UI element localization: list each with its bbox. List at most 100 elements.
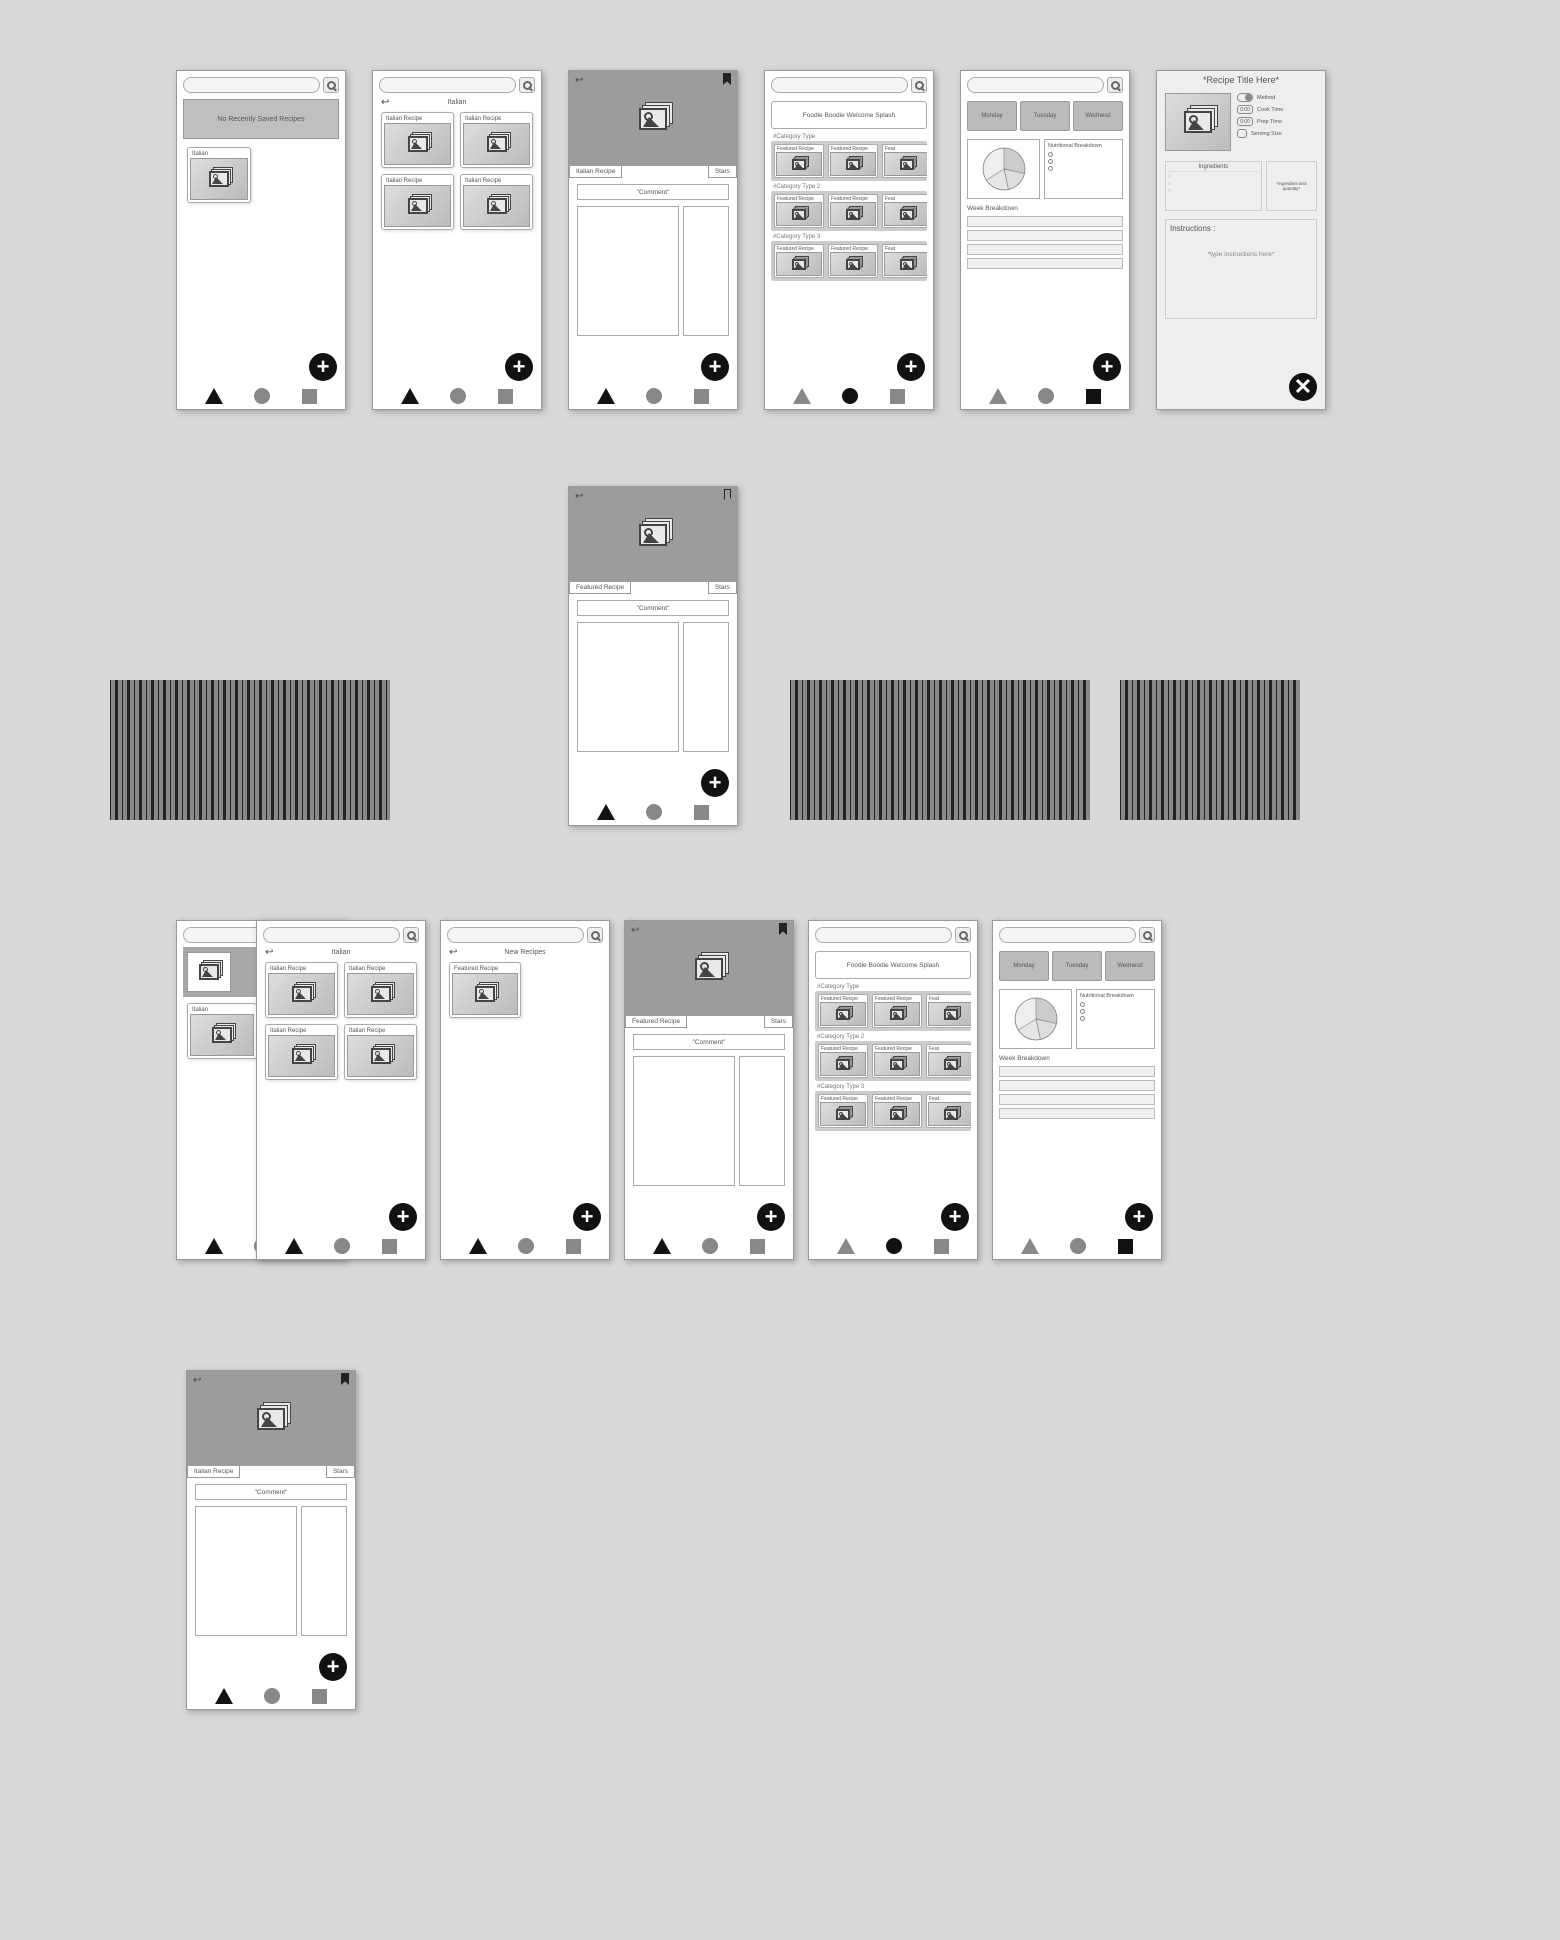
day-tab-monday[interactable]: Monday xyxy=(999,951,1049,981)
search-input[interactable] xyxy=(183,77,320,93)
method-toggle[interactable] xyxy=(1237,93,1253,102)
nav-home-icon[interactable] xyxy=(597,388,615,404)
recipe-card[interactable]: Feat xyxy=(882,144,927,178)
recipe-card[interactable]: Featured Recipe xyxy=(818,1094,868,1128)
back-icon[interactable]: ↩ xyxy=(449,947,457,958)
fab-add[interactable]: + xyxy=(1125,1203,1153,1231)
back-icon[interactable]: ↩ xyxy=(381,97,389,108)
recipe-card[interactable]: Featured Recipe xyxy=(818,1044,868,1078)
recipe-card[interactable]: Feat xyxy=(926,994,971,1028)
fab-close[interactable]: ✕ xyxy=(1289,373,1317,401)
nav-home-icon[interactable] xyxy=(205,388,223,404)
nav-home-icon[interactable] xyxy=(401,388,419,404)
recipe-card[interactable]: Featured Recipe xyxy=(449,962,521,1018)
recipe-card[interactable]: Feat xyxy=(926,1094,971,1128)
comment-field[interactable]: "Comment" xyxy=(577,184,729,200)
image-placeholder[interactable] xyxy=(187,952,231,992)
nav-discover-icon[interactable] xyxy=(264,1688,280,1704)
comment-field[interactable]: "Comment" xyxy=(633,1034,785,1050)
ingredient-qty-input[interactable]: *ingredient and quantity* xyxy=(1266,161,1317,211)
nav-home-icon[interactable] xyxy=(469,1238,487,1254)
comment-field[interactable]: "Comment" xyxy=(195,1484,347,1500)
nav-home-icon[interactable] xyxy=(215,1688,233,1704)
back-icon[interactable]: ↩ xyxy=(575,491,583,502)
nav-discover-icon[interactable] xyxy=(702,1238,718,1254)
search-button[interactable] xyxy=(403,927,419,943)
fab-add[interactable]: + xyxy=(701,769,729,797)
category-scroller[interactable]: Featured Recipe Featured Recipe Feat xyxy=(815,1041,971,1081)
fab-add[interactable]: + xyxy=(309,353,337,381)
nav-discover-icon[interactable] xyxy=(518,1238,534,1254)
bookmark-icon-outline[interactable] xyxy=(724,489,731,500)
fab-add[interactable]: + xyxy=(389,1203,417,1231)
nav-discover-icon[interactable] xyxy=(1038,388,1054,404)
back-icon[interactable]: ↩ xyxy=(575,75,583,86)
nav-planner-icon[interactable] xyxy=(302,389,317,404)
fab-add[interactable]: + xyxy=(897,353,925,381)
fab-add[interactable]: + xyxy=(701,353,729,381)
recipe-card[interactable]: Italian Recipe xyxy=(265,1024,338,1080)
nav-discover-icon[interactable] xyxy=(450,388,466,404)
prep-time-input[interactable]: 0:00 xyxy=(1237,117,1253,126)
recipe-image-upload[interactable] xyxy=(1165,93,1231,151)
nav-planner-icon[interactable] xyxy=(934,1239,949,1254)
nav-discover-icon[interactable] xyxy=(886,1238,902,1254)
day-tab-wednesday[interactable]: Wednesd xyxy=(1073,101,1123,131)
back-icon[interactable]: ↩ xyxy=(631,925,639,936)
nav-planner-icon[interactable] xyxy=(694,805,709,820)
recipe-card[interactable]: Italian Recipe xyxy=(265,962,338,1018)
bookmark-icon[interactable] xyxy=(779,923,787,935)
nav-planner-icon[interactable] xyxy=(1118,1239,1133,1254)
bookmark-icon[interactable] xyxy=(341,1373,349,1385)
nav-home-icon[interactable] xyxy=(989,388,1007,404)
instructions-input[interactable]: Instructions : *type instructions here* xyxy=(1165,219,1317,319)
nav-discover-icon[interactable] xyxy=(254,388,270,404)
category-scroller[interactable]: Featured Recipe Featured Recipe Feat xyxy=(771,141,927,181)
fab-add[interactable]: + xyxy=(319,1653,347,1681)
nav-planner-icon[interactable] xyxy=(1086,389,1101,404)
search-input[interactable] xyxy=(263,927,400,943)
recipe-card[interactable]: Featured Recipe xyxy=(872,1044,922,1078)
search-button[interactable] xyxy=(1139,927,1155,943)
nav-discover-icon[interactable] xyxy=(334,1238,350,1254)
recipe-title-input[interactable]: *Recipe Title Here* xyxy=(1157,71,1325,87)
nav-discover-icon[interactable] xyxy=(646,804,662,820)
search-button[interactable] xyxy=(323,77,339,93)
cook-time-input[interactable]: 0:00 xyxy=(1237,105,1253,114)
bookmark-icon[interactable] xyxy=(723,73,731,85)
serving-size-input[interactable] xyxy=(1237,129,1247,138)
nav-home-icon[interactable] xyxy=(1021,1238,1039,1254)
category-scroller[interactable]: Featured Recipe Featured Recipe Feat xyxy=(771,241,927,281)
search-input[interactable] xyxy=(379,77,516,93)
fab-add[interactable]: + xyxy=(941,1203,969,1231)
search-button[interactable] xyxy=(955,927,971,943)
comment-field[interactable]: "Comment" xyxy=(577,600,729,616)
recipe-card[interactable]: Italian Recipe xyxy=(381,174,454,230)
recipe-card[interactable]: Italian Recipe xyxy=(460,112,533,168)
nav-home-icon[interactable] xyxy=(653,1238,671,1254)
recipe-card[interactable]: Featured Recipe xyxy=(774,244,824,278)
search-input[interactable] xyxy=(815,927,952,943)
recipe-card[interactable]: Featured Recipe xyxy=(828,194,878,228)
recipe-card[interactable]: Featured Recipe xyxy=(774,144,824,178)
search-input[interactable] xyxy=(771,77,908,93)
nav-planner-icon[interactable] xyxy=(498,389,513,404)
recipe-card[interactable]: Italian Recipe xyxy=(344,1024,417,1080)
recipe-card[interactable]: Featured Recipe xyxy=(828,144,878,178)
nav-planner-icon[interactable] xyxy=(890,389,905,404)
category-card-italian[interactable]: Italian xyxy=(187,1003,257,1059)
recipe-card[interactable]: Featured Recipe xyxy=(872,994,922,1028)
day-tab-monday[interactable]: Monday xyxy=(967,101,1017,131)
nav-home-icon[interactable] xyxy=(205,1238,223,1254)
search-button[interactable] xyxy=(587,927,603,943)
day-tab-tuesday[interactable]: Tuesday xyxy=(1052,951,1102,981)
back-icon[interactable]: ↩ xyxy=(193,1375,201,1386)
fab-add[interactable]: + xyxy=(573,1203,601,1231)
nav-planner-icon[interactable] xyxy=(694,389,709,404)
search-button[interactable] xyxy=(519,77,535,93)
search-input[interactable] xyxy=(447,927,584,943)
recipe-card[interactable]: Featured Recipe xyxy=(818,994,868,1028)
category-card-italian[interactable]: Italian xyxy=(187,147,251,203)
nav-discover-icon[interactable] xyxy=(842,388,858,404)
nav-planner-icon[interactable] xyxy=(566,1239,581,1254)
